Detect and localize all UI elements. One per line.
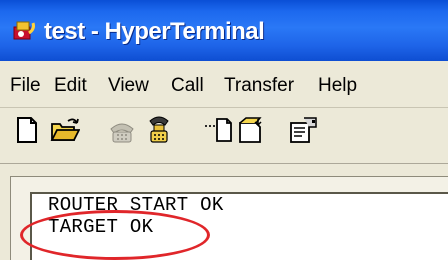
- window-title: test - HyperTerminal: [44, 18, 265, 45]
- send-file-icon[interactable]: [204, 115, 234, 145]
- highlight-ellipse: [20, 210, 210, 260]
- menu-call[interactable]: Call: [171, 75, 204, 97]
- hyperterminal-window: test - HyperTerminal File Edit View Call…: [0, 0, 448, 260]
- menu-transfer[interactable]: Transfer: [224, 75, 294, 97]
- title-bar[interactable]: test - HyperTerminal: [0, 0, 448, 61]
- hyperterminal-icon: [13, 21, 35, 40]
- receive-file-icon[interactable]: [236, 115, 266, 145]
- properties-icon[interactable]: [288, 115, 318, 145]
- open-icon[interactable]: [50, 115, 80, 145]
- menu-view[interactable]: View: [108, 75, 149, 97]
- connect-phone-icon[interactable]: [107, 115, 137, 145]
- menu-edit[interactable]: Edit: [54, 75, 87, 97]
- new-connection-icon[interactable]: [12, 115, 42, 145]
- toolbar-separator: [0, 163, 448, 164]
- menu-help[interactable]: Help: [318, 75, 357, 97]
- disconnect-icon[interactable]: [144, 115, 174, 145]
- menu-file[interactable]: File: [10, 75, 41, 97]
